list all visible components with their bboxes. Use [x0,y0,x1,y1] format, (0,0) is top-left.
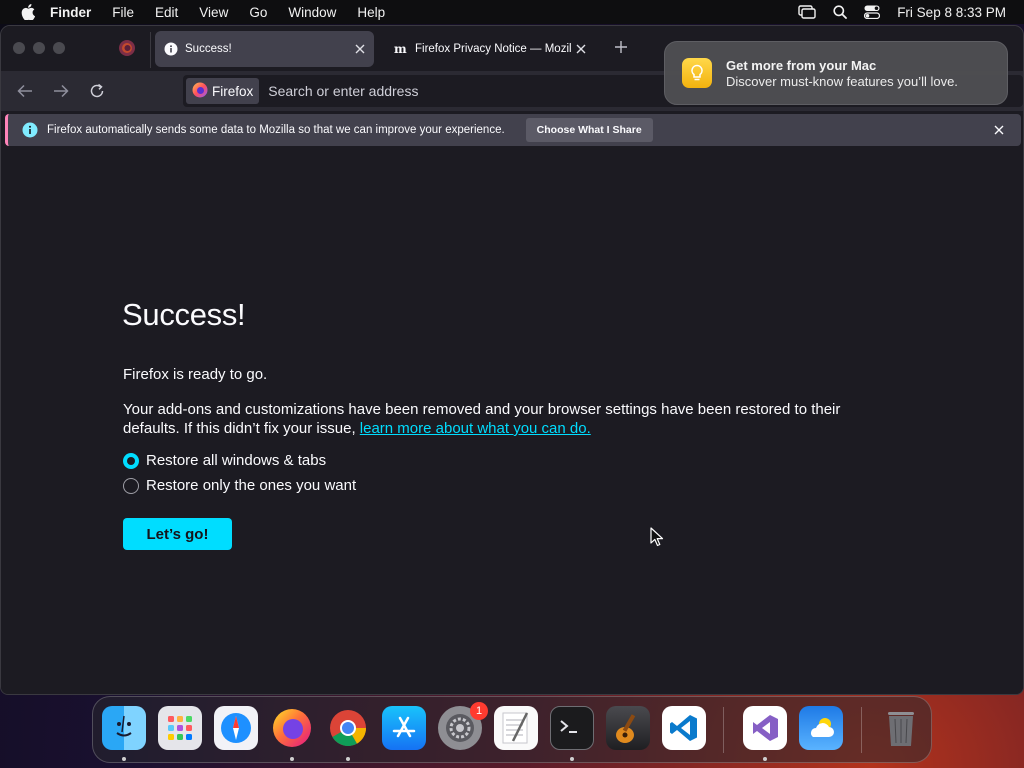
ready-message: Firefox is ready to go. [123,366,268,383]
firefox-identity-box[interactable]: Firefox [186,78,260,104]
menu-app-name[interactable]: Finder [50,5,91,20]
safari-icon[interactable] [214,706,258,750]
vscode-icon[interactable] [662,706,706,750]
radio-button-checked[interactable] [123,452,139,469]
notification-body: Discover must-know features you’ll love. [726,73,958,89]
close-infobar-icon[interactable] [991,122,1007,138]
menu-edit[interactable]: Edit [155,5,178,20]
apple-logo-icon[interactable] [18,0,38,24]
tips-lightbulb-icon [682,58,712,88]
running-indicator [570,757,574,761]
choose-what-i-share-button[interactable]: Choose What I Share [525,118,653,142]
menu-file[interactable]: File [112,5,134,20]
tab-privacy-notice[interactable]: m Firefox Privacy Notice — Mozilla [385,31,595,67]
trash-icon[interactable] [879,706,923,750]
notification-text: Get more from your Mac Discover must-kno… [726,58,958,89]
minimize-window-button[interactable] [33,42,45,54]
tab-separator [150,32,151,68]
learn-more-link[interactable]: learn more about what you can do. [360,420,591,437]
terminal-icon[interactable] [550,706,594,750]
reset-description: Your add-ons and customizations have bee… [123,400,893,438]
menubar-clock[interactable]: Fri Sep 8 8:33 PM [897,5,1006,20]
tab-success[interactable]: Success! [155,31,374,67]
chrome-icon[interactable] [326,706,370,750]
app-store-icon[interactable] [382,706,426,750]
url-input[interactable] [268,83,649,99]
svg-text:m: m [394,43,407,55]
option-label: Restore all windows & tabs [146,452,327,469]
option-label: Restore only the ones you want [146,477,357,494]
window-controls [13,42,65,54]
info-icon [164,42,178,56]
spotlight-search-icon[interactable] [833,5,848,19]
close-tab-icon[interactable] [571,39,591,59]
macos-menu-bar: Finder File Edit View Go Window Help Fri… [0,0,1024,24]
running-indicator [290,757,294,761]
macos-dock: 1 [92,696,932,763]
back-arrow-icon[interactable] [14,80,36,102]
notification-title: Get more from your Mac [726,57,877,73]
reload-icon[interactable] [86,80,108,102]
running-indicator [763,757,767,761]
textedit-icon[interactable] [494,706,538,750]
firefox-window: Success! m Firefox Privacy Notice — Mozi… [0,25,1024,695]
close-tab-icon[interactable] [350,39,370,59]
menu-help[interactable]: Help [357,5,385,20]
page-title: Success! [122,297,246,332]
page-content: Success! Firefox is ready to go. Your ad… [1,154,1023,694]
menu-window[interactable]: Window [288,5,336,20]
restore-some-option[interactable]: Restore only the ones you want [123,477,356,494]
identity-label: Firefox [212,83,254,99]
menu-go[interactable]: Go [249,5,267,20]
running-indicator [346,757,350,761]
data-collection-infobar: Firefox automatically sends some data to… [5,114,1021,146]
restore-all-option[interactable]: Restore all windows & tabs [123,452,326,469]
screen-mirroring-icon[interactable] [798,5,816,19]
tab-title: Success! [185,43,232,55]
notification-badge: 1 [470,702,488,720]
tab-title: Firefox Privacy Notice — Mozilla [415,43,571,55]
visual-studio-icon[interactable] [743,706,787,750]
control-center-icon[interactable] [864,5,881,19]
firefox-dock-icon[interactable] [270,706,314,750]
finder-icon[interactable] [102,706,146,750]
infobar-message: Firefox automatically sends some data to… [47,124,505,136]
menu-view[interactable]: View [199,5,228,20]
forward-arrow-icon[interactable] [50,80,72,102]
new-tab-plus-icon[interactable] [611,38,631,58]
weather-icon[interactable] [799,706,843,750]
info-circle-icon [22,122,38,138]
firefox-view-icon[interactable] [118,39,136,57]
radio-button-unchecked[interactable] [123,477,139,494]
lets-go-button[interactable]: Let’s go! [123,518,232,550]
firefox-logo-icon [192,82,208,101]
mozilla-m-icon: m [394,42,408,56]
launchpad-icon[interactable] [158,706,202,750]
macos-notification[interactable]: Get more from your Mac Discover must-kno… [664,41,1008,105]
garageband-icon[interactable] [606,706,650,750]
close-window-button[interactable] [13,42,25,54]
mouse-pointer-icon [650,527,664,547]
dock-separator [723,707,724,753]
zoom-window-button[interactable] [53,42,65,54]
running-indicator [122,757,126,761]
dock-separator [861,707,862,753]
system-settings-icon[interactable]: 1 [438,702,488,750]
